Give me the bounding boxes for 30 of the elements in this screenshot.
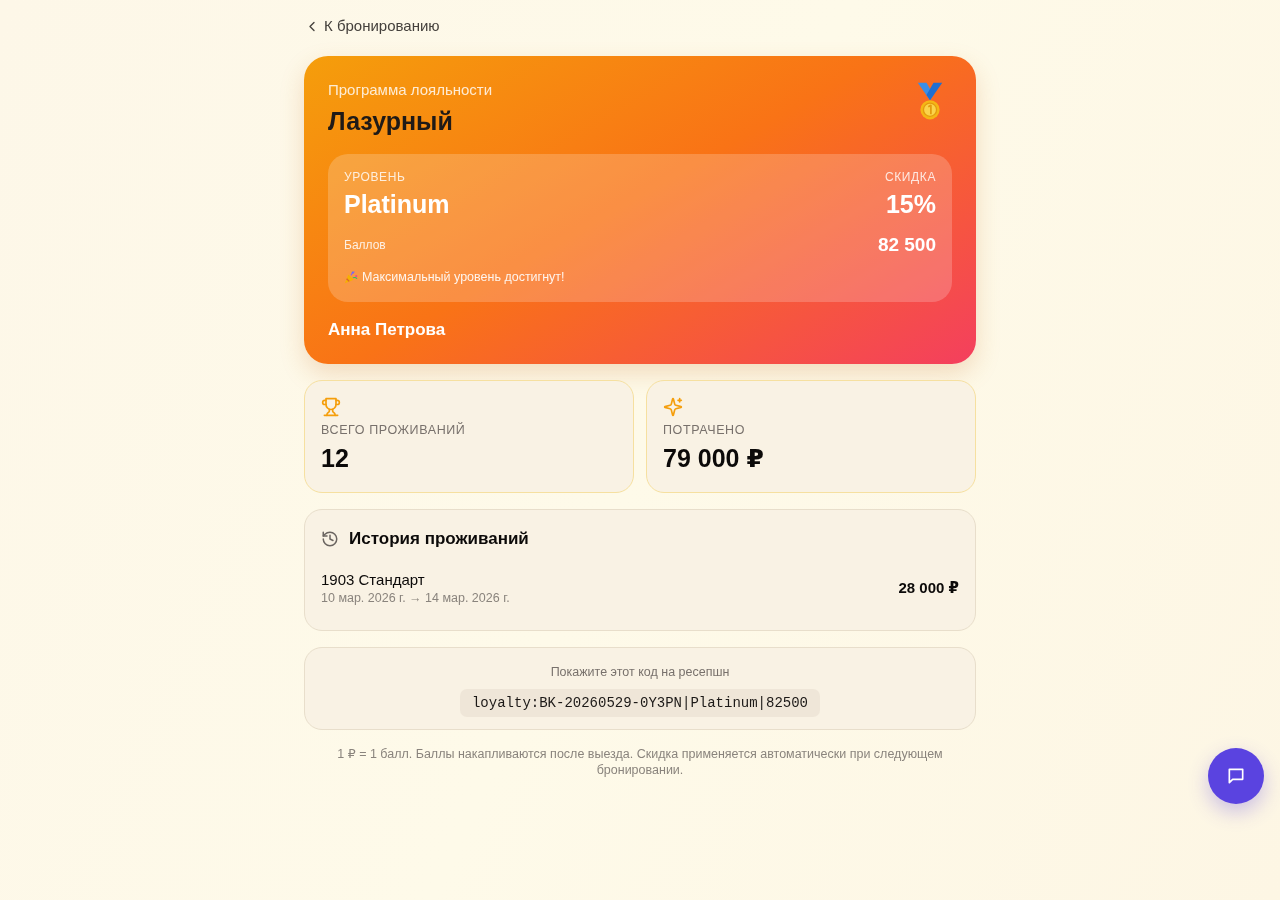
code-hint: Покажите этот код на ресепшн bbox=[550, 664, 730, 680]
tier-name: Platinum bbox=[344, 189, 450, 219]
points-value: 82 500 bbox=[877, 233, 936, 257]
back-link[interactable]: К бронированию bbox=[304, 16, 444, 36]
history-icon bbox=[321, 530, 339, 548]
holder-name: Анна Петрова bbox=[328, 320, 447, 340]
stay-room: 1903 Стандарт bbox=[321, 570, 426, 589]
medal-icon bbox=[916, 81, 944, 121]
stat-value: 12 bbox=[321, 443, 349, 474]
chevron-left-icon bbox=[308, 20, 316, 32]
tier-label: УРОВЕНЬ bbox=[344, 170, 407, 184]
chat-icon bbox=[1226, 766, 1246, 786]
footnote: 1 ₽ = 1 балл. Баллы накапливаются после выезда. Скидка применяется автоматически при следующем бронировании. bbox=[336, 746, 944, 778]
points-label: Баллов bbox=[344, 237, 386, 253]
history-title: История проживаний bbox=[349, 528, 529, 550]
discount-label: СКИДКА bbox=[885, 170, 936, 184]
loyalty-code: loyalty:BK-20260529-0Y3PN|Platinum|82500 bbox=[459, 689, 821, 717]
chat-button[interactable] bbox=[1208, 748, 1264, 804]
discount-value: 15% bbox=[885, 189, 936, 219]
stat-label: ПОТРАЧЕНО bbox=[663, 422, 746, 438]
sparkles-icon bbox=[663, 397, 683, 417]
status-note: Максимальный уровень достигнут! bbox=[362, 269, 565, 285]
program-label: Программа лояльности bbox=[328, 80, 493, 100]
program-name: Лазурный bbox=[328, 106, 454, 136]
stat-label: ВСЕГО ПРОЖИВАНИЙ bbox=[321, 422, 466, 438]
stay-amount: 28 000 ₽ bbox=[898, 578, 959, 598]
trophy-icon bbox=[321, 397, 341, 417]
stat-value: 79 000 ₽ bbox=[663, 443, 764, 474]
party-popper-icon bbox=[344, 270, 358, 284]
stay-dates: 10 мар. 2026 г. → 14 мар. 2026 г. bbox=[321, 590, 510, 606]
